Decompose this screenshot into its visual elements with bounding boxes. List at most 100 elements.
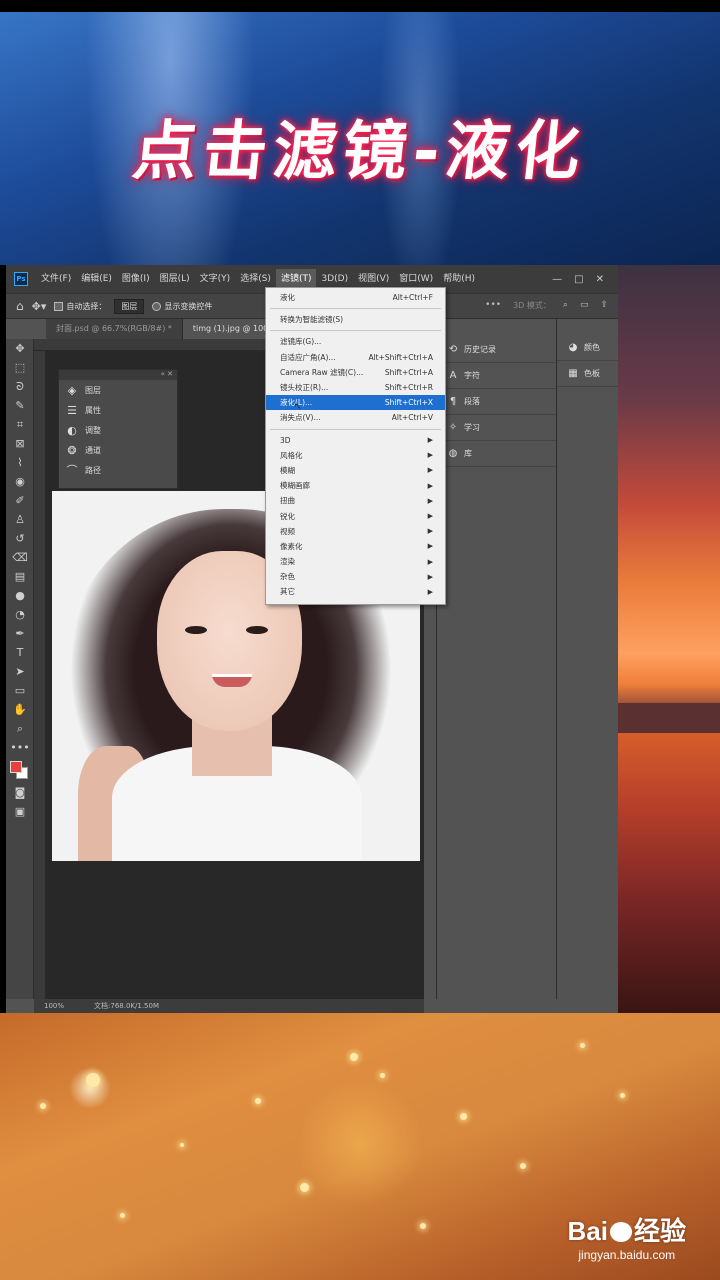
submenu-video[interactable]: 视频 ▶ <box>266 524 445 539</box>
close-icon[interactable]: ✕ <box>596 274 604 285</box>
menu-3d[interactable]: 3D(D) <box>316 269 353 289</box>
banner-title: 点击滤镜-液化 <box>129 115 590 189</box>
shape-tool-icon[interactable]: ▭ <box>6 681 34 700</box>
dock-history-label: 历史记录 <box>464 345 496 354</box>
paragraph-icon: ¶ <box>449 396 457 407</box>
foreground-color[interactable] <box>10 761 22 773</box>
submenu-blur-gallery[interactable]: 模糊画廊 ▶ <box>266 478 445 493</box>
dock-character[interactable]: A 字符 <box>437 363 556 389</box>
properties-icon: ☰ <box>67 403 77 417</box>
menu-item-lens-correction[interactable]: 镜头校正(R)... Shift+Ctrl+R <box>266 380 445 395</box>
frame-tool-icon[interactable]: ⊠ <box>6 434 34 453</box>
panel-layers[interactable]: ◈ 图层 <box>59 380 177 400</box>
maximize-icon[interactable]: □ <box>574 274 583 285</box>
menu-item-vanishing-point[interactable]: 消失点(V)... Alt+Ctrl+V <box>266 410 445 425</box>
eyedropper-tool-icon[interactable]: ⌇ <box>6 453 34 472</box>
panel-header[interactable]: « ✕ <box>59 370 177 380</box>
menu-item-last-filter[interactable]: 液化 Alt+Ctrl+F <box>266 290 445 305</box>
crop-tool-icon[interactable]: ⌗ <box>6 415 34 434</box>
dock-history[interactable]: ⟲ 历史记录 <box>437 337 556 363</box>
brush-tool-icon[interactable]: ✐ <box>6 491 34 510</box>
menu-file[interactable]: 文件(F) <box>36 269 76 289</box>
submenu-sharpen[interactable]: 锐化 ▶ <box>266 508 445 523</box>
submenu-render[interactable]: 渲染 ▶ <box>266 554 445 569</box>
more-tools-icon[interactable]: ••• <box>6 738 34 757</box>
panel-properties[interactable]: ☰ 属性 <box>59 400 177 420</box>
history-brush-tool-icon[interactable]: ↺ <box>6 529 34 548</box>
zoom-level[interactable]: 100% <box>44 1002 64 1010</box>
menu-type[interactable]: 文字(Y) <box>195 269 236 289</box>
watermark-url: jingyan.baidu.com <box>578 1248 676 1262</box>
color-swatches[interactable] <box>6 757 34 783</box>
more-icon[interactable]: ••• <box>485 300 501 311</box>
menu-view[interactable]: 视图(V) <box>353 269 394 289</box>
menu-item-adaptive-wide-angle[interactable]: 自适应广角(A)... Alt+Shift+Ctrl+A <box>266 350 445 365</box>
menu-edit[interactable]: 编辑(E) <box>76 269 117 289</box>
sparkle-dot <box>120 1213 125 1218</box>
quick-select-tool-icon[interactable]: ✎ <box>6 396 34 415</box>
tab-cover-psd[interactable]: 封面.psd @ 66.7%(RGB/8#) * <box>46 319 183 339</box>
menu-image[interactable]: 图像(I) <box>117 269 155 289</box>
panel-channels[interactable]: ❂ 通道 <box>59 440 177 460</box>
sparkle-banner: Bai 经验 jingyan.baidu.com <box>0 1013 720 1280</box>
chevron-right-icon: ▶ <box>427 527 433 536</box>
screen-mode-icon[interactable]: ▣ <box>6 802 34 821</box>
gradient-tool-icon[interactable]: ▤ <box>6 567 34 586</box>
chevron-right-icon: ▶ <box>427 436 433 445</box>
panel-adjustments[interactable]: ◐ 调整 <box>59 420 177 440</box>
chevron-right-icon: ▶ <box>427 451 433 460</box>
menu-separator <box>270 308 441 310</box>
dock-swatches[interactable]: ▦ 色板 <box>557 361 618 387</box>
submenu-blur[interactable]: 模糊 ▶ <box>266 463 445 478</box>
submenu-other[interactable]: 其它 ▶ <box>266 584 445 599</box>
options-right: ••• 3D 模式： ⌕ ▭ ⇪ <box>485 300 608 311</box>
workspace-icon[interactable]: ▭ <box>580 300 589 311</box>
share-icon[interactable]: ⇪ <box>600 300 608 311</box>
chevron-right-icon: ▶ <box>427 572 433 581</box>
window-controls: — □ ✕ <box>552 274 618 285</box>
move-tool-icon[interactable]: ✥ <box>6 339 34 358</box>
status-bar: 100% 文档:768.0K/1.50M <box>34 999 424 1013</box>
pen-tool-icon[interactable]: ✒ <box>6 624 34 643</box>
dock-paragraph[interactable]: ¶ 段落 <box>437 389 556 415</box>
menu-layer[interactable]: 图层(L) <box>155 269 195 289</box>
marquee-tool-icon[interactable]: ⬚ <box>6 358 34 377</box>
submenu-stylize[interactable]: 风格化 ▶ <box>266 448 445 463</box>
blur-tool-icon[interactable]: ● <box>6 586 34 605</box>
search-icon[interactable]: ⌕ <box>563 300 568 311</box>
home-icon[interactable]: ⌂ <box>16 299 24 313</box>
menu-select[interactable]: 选择(S) <box>235 269 276 289</box>
menu-help[interactable]: 帮助(H) <box>438 269 480 289</box>
submenu-pixelate[interactable]: 像素化 ▶ <box>266 539 445 554</box>
menu-item-filter-gallery[interactable]: 滤镜库(G)... <box>266 334 445 349</box>
dock-libraries[interactable]: ◍ 库 <box>437 441 556 467</box>
submenu-3d[interactable]: 3D ▶ <box>266 433 445 448</box>
dock-learn[interactable]: ✧ 学习 <box>437 415 556 441</box>
menu-item-convert-smart[interactable]: 转换为智能滤镜(S) <box>266 312 445 327</box>
zoom-tool-icon[interactable]: ⌕ <box>6 719 34 738</box>
submenu-distort[interactable]: 扭曲 ▶ <box>266 493 445 508</box>
lasso-tool-icon[interactable]: ᘐ <box>6 377 34 396</box>
stamp-tool-icon[interactable]: ♙ <box>6 510 34 529</box>
quick-mask-icon[interactable]: ◙ <box>6 783 34 802</box>
submenu-noise[interactable]: 杂色 ▶ <box>266 569 445 584</box>
auto-select-checkbox[interactable]: 自动选择： <box>54 301 106 312</box>
auto-select-dropdown[interactable]: 图层 <box>114 298 145 314</box>
eraser-tool-icon[interactable]: ⌫ <box>6 548 34 567</box>
show-transform-checkbox[interactable]: 显示变换控件 <box>152 301 212 312</box>
healing-tool-icon[interactable]: ◉ <box>6 472 34 491</box>
path-select-tool-icon[interactable]: ➤ <box>6 662 34 681</box>
dock-color[interactable]: ◕ 颜色 <box>557 335 618 361</box>
dodge-tool-icon[interactable]: ◔ <box>6 605 34 624</box>
type-tool-icon[interactable]: T <box>6 643 34 662</box>
hand-tool-icon[interactable]: ✋ <box>6 700 34 719</box>
menu-item-liquify[interactable]: 液化(L)... Shift+Ctrl+X ↖ <box>266 395 445 412</box>
channels-icon: ❂ <box>67 443 77 457</box>
panel-paths[interactable]: ⌒ 路径 <box>59 460 177 480</box>
menu-item-camera-raw[interactable]: Camera Raw 滤镜(C)... Shift+Ctrl+A <box>266 365 445 380</box>
move-tool-icon[interactable]: ✥▾ <box>32 300 47 313</box>
menu-window[interactable]: 窗口(W) <box>394 269 438 289</box>
minimize-icon[interactable]: — <box>552 274 562 285</box>
layers-panel-group: « ✕ ◈ 图层 ☰ 属性 ◐ 调整 ❂ 通道 ⌒ 路径 <box>58 369 178 489</box>
menu-filter[interactable]: 滤镜(T) <box>275 269 317 289</box>
